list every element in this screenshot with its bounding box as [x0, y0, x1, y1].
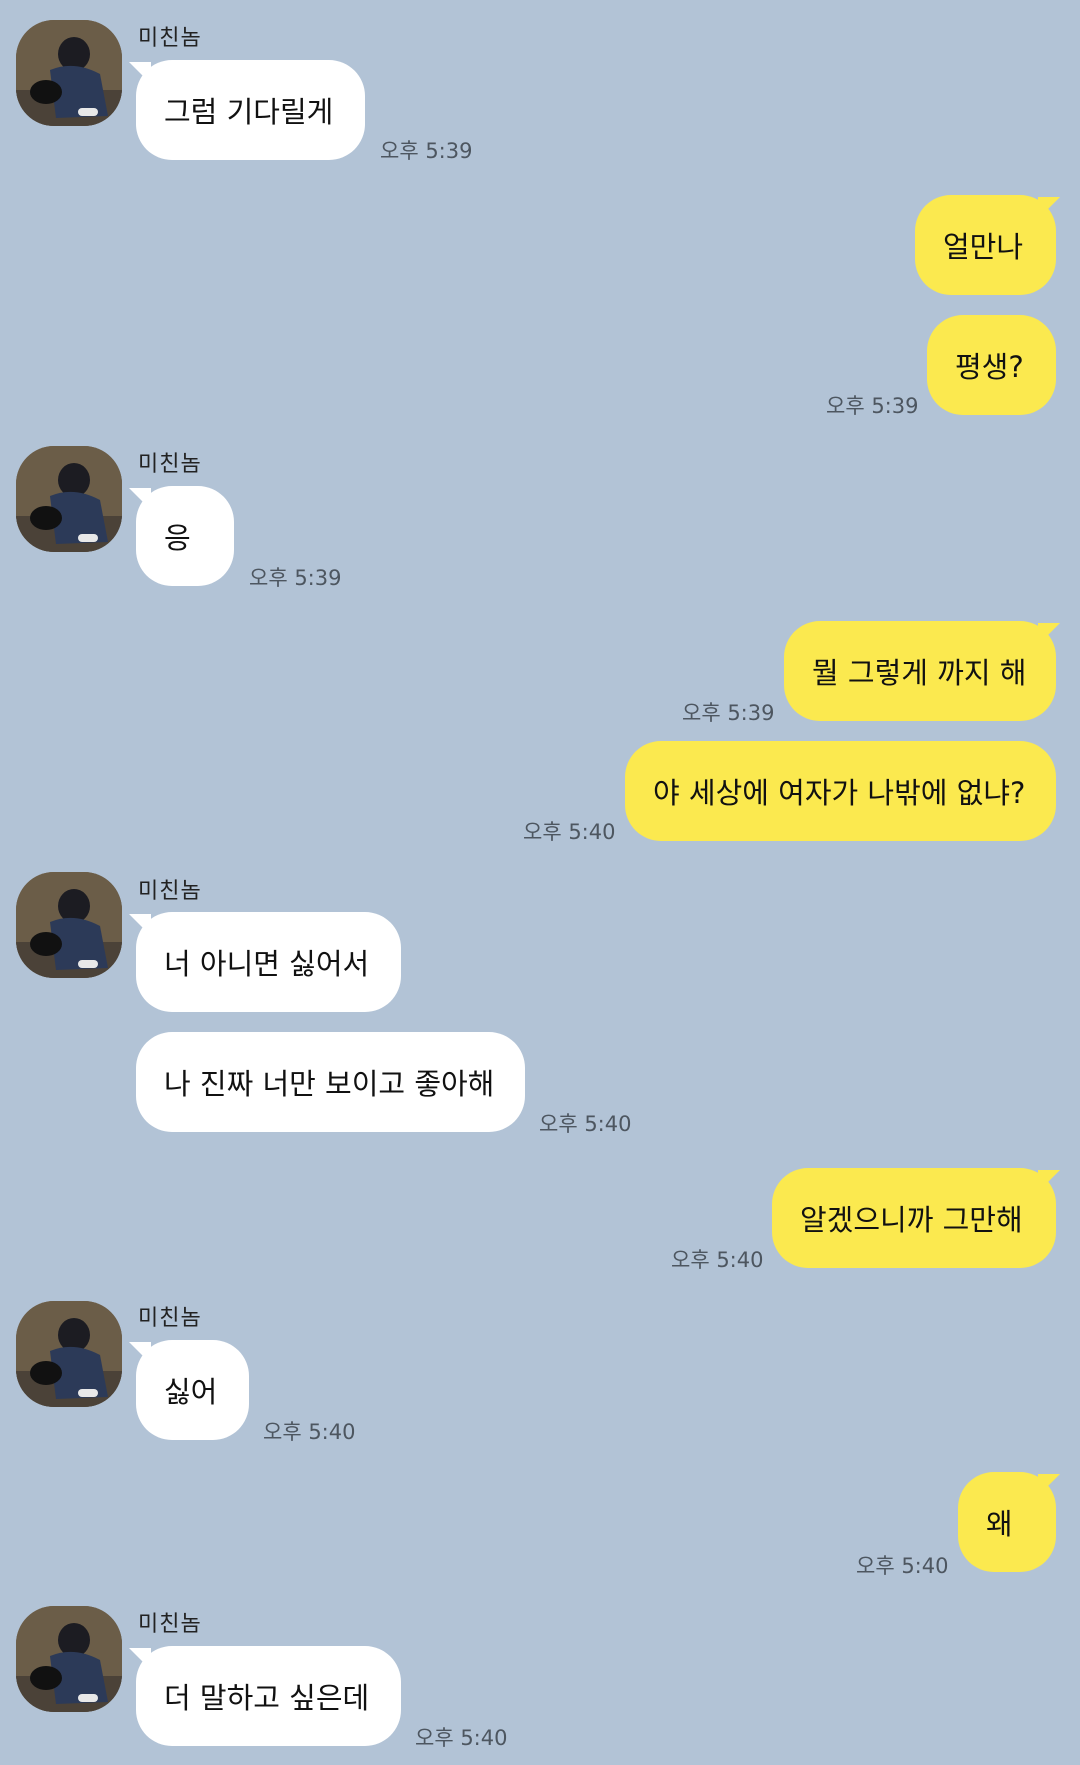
message-time: 오후 5:39 — [826, 394, 919, 418]
contact-name: 미친놈 — [138, 452, 202, 477]
message-bubble[interactable]: 더 말하고 싶은데 — [136, 1646, 401, 1746]
message-bubble[interactable]: 그럼 기다릴게 — [136, 60, 365, 160]
profile-photo-icon — [16, 20, 122, 126]
message-bubble[interactable]: 뭘 그렇게 까지 해 — [784, 621, 1056, 721]
contact-avatar[interactable] — [16, 1606, 122, 1712]
message-time: 오후 5:40 — [523, 820, 616, 844]
contact-name: 미친놈 — [138, 1612, 202, 1637]
chat-room: 미친놈 그럼 기다릴게 오후 5:39 얼만나 평생? 오후 5:39 미친놈 … — [0, 0, 1080, 1765]
message-time: 오후 5:40 — [415, 1726, 508, 1750]
profile-photo-icon — [16, 872, 122, 978]
contact-name: 미친놈 — [138, 879, 202, 904]
contact-avatar[interactable] — [16, 20, 122, 126]
profile-photo-icon — [16, 1606, 122, 1712]
message-bubble[interactable]: 너 아니면 싫어서 — [136, 912, 401, 1012]
contact-avatar[interactable] — [16, 446, 122, 552]
message-bubble[interactable]: 알겠으니까 그만해 — [772, 1168, 1056, 1268]
message-time: 오후 5:39 — [249, 566, 342, 590]
profile-photo-icon — [16, 446, 122, 552]
message-time: 오후 5:40 — [856, 1554, 949, 1578]
message-bubble[interactable]: 야 세상에 여자가 나밖에 없냐? — [625, 741, 1056, 841]
message-time: 오후 5:39 — [380, 139, 473, 163]
message-bubble[interactable]: 얼만나 — [915, 195, 1056, 295]
message-bubble[interactable]: 평생? — [927, 315, 1056, 415]
message-time: 오후 5:40 — [539, 1112, 632, 1136]
message-bubble[interactable]: 나 진짜 너만 보이고 좋아해 — [136, 1032, 525, 1132]
message-bubble[interactable]: 왜 — [958, 1472, 1056, 1572]
message-bubble[interactable]: 싫어 — [136, 1340, 249, 1440]
contact-avatar[interactable] — [16, 872, 122, 978]
profile-photo-icon — [16, 1301, 122, 1407]
message-bubble[interactable]: 응 — [136, 486, 234, 586]
message-time: 오후 5:39 — [682, 701, 775, 725]
contact-name: 미친놈 — [138, 1306, 202, 1331]
contact-name: 미친놈 — [138, 26, 202, 51]
message-time: 오후 5:40 — [263, 1420, 356, 1444]
message-time: 오후 5:40 — [671, 1248, 764, 1272]
contact-avatar[interactable] — [16, 1301, 122, 1407]
